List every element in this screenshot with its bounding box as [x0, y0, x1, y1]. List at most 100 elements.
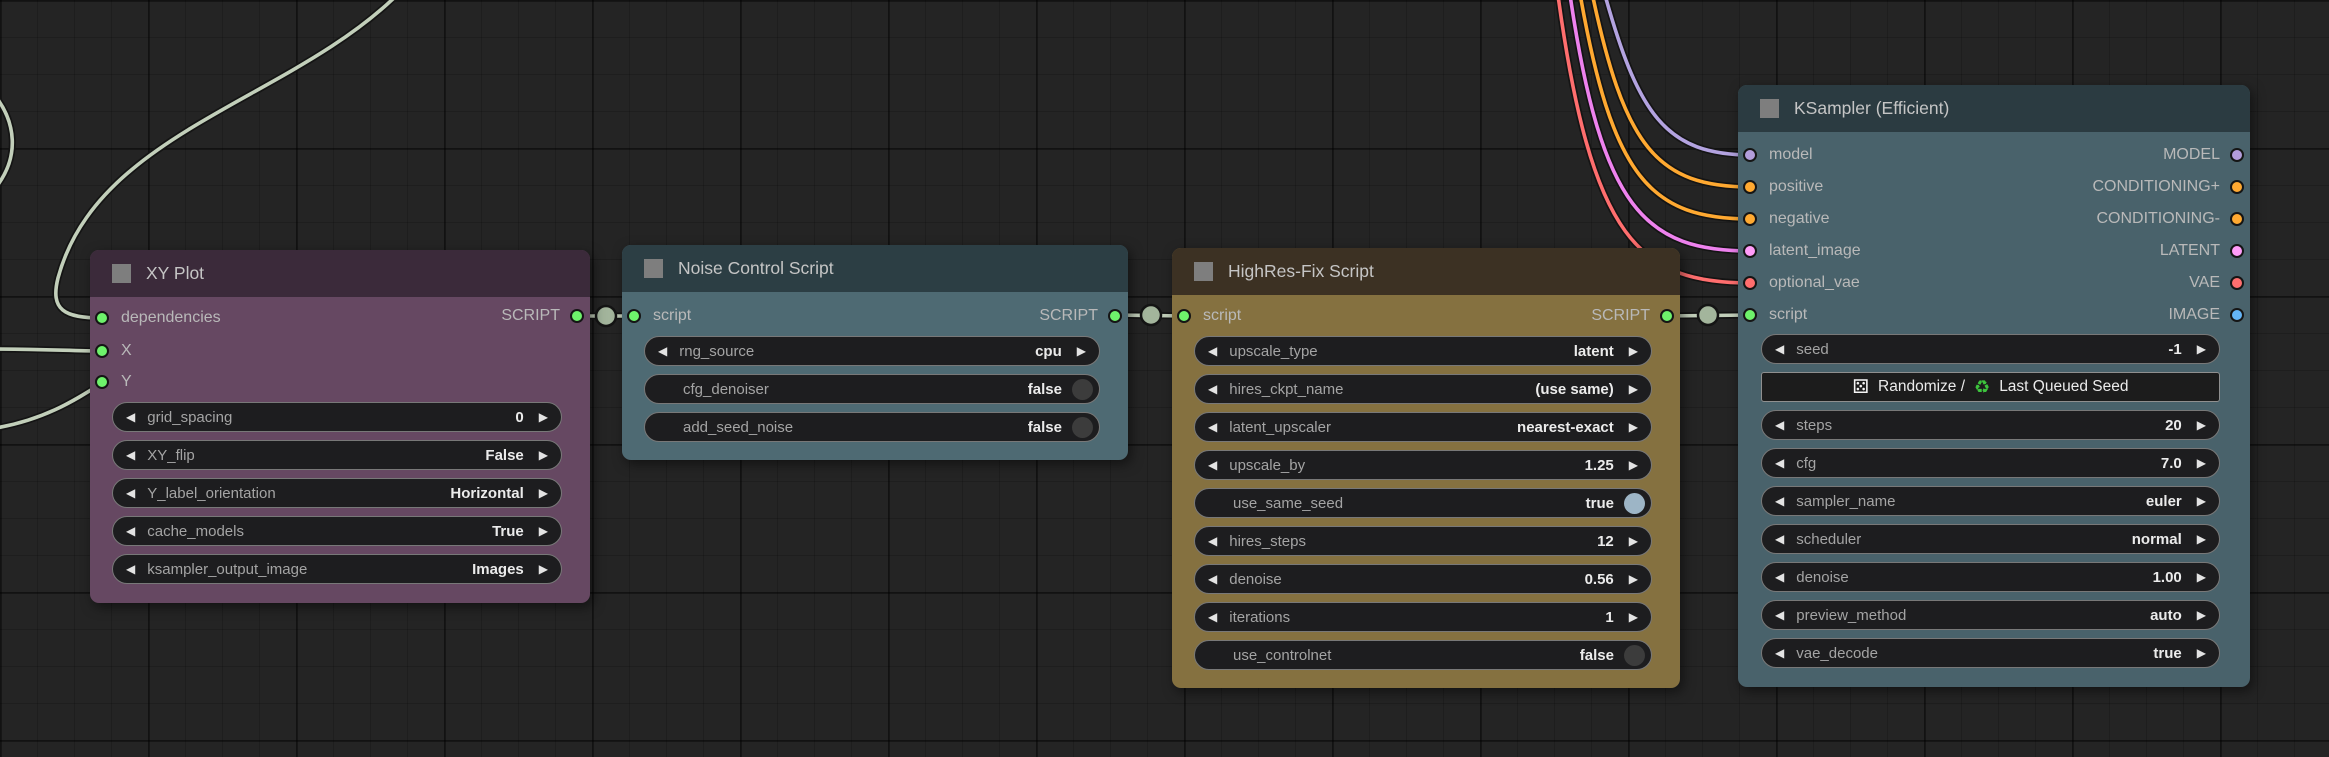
- decrement-arrow-icon[interactable]: ◀: [126, 487, 135, 499]
- decrement-arrow-icon[interactable]: ◀: [658, 345, 667, 357]
- widget-scheduler[interactable]: ◀ scheduler normal ▶: [1761, 524, 2220, 554]
- input-port-dot[interactable]: [95, 311, 109, 325]
- node-header[interactable]: KSampler (Efficient): [1738, 85, 2250, 132]
- collapse-icon[interactable]: [1194, 262, 1213, 281]
- node-graph-canvas[interactable]: XY Plot dependencies X Y SCRIPT ◀ grid_s…: [0, 0, 2329, 757]
- output-port-dot[interactable]: [570, 309, 584, 323]
- widget-denoise[interactable]: ◀ denoise 0.56 ▶: [1194, 564, 1652, 594]
- increment-arrow-icon[interactable]: ▶: [2197, 457, 2206, 469]
- seed-control-button[interactable]: ⚄ Randomize / ♻ Last Queued Seed: [1761, 372, 2220, 402]
- widget-upscale-type[interactable]: ◀ upscale_type latent ▶: [1194, 336, 1652, 366]
- decrement-arrow-icon[interactable]: ◀: [1208, 345, 1217, 357]
- decrement-arrow-icon[interactable]: ◀: [126, 563, 135, 575]
- decrement-arrow-icon[interactable]: ◀: [1775, 609, 1784, 621]
- node-header[interactable]: HighRes-Fix Script: [1172, 248, 1680, 295]
- increment-arrow-icon[interactable]: ▶: [2197, 609, 2206, 621]
- widget-upscale-by[interactable]: ◀ upscale_by 1.25 ▶: [1194, 450, 1652, 480]
- widget-latent-upscaler[interactable]: ◀ latent_upscaler nearest-exact ▶: [1194, 412, 1652, 442]
- decrement-arrow-icon[interactable]: ◀: [1208, 459, 1217, 471]
- node-highres-fix-script[interactable]: HighRes-Fix Script script SCRIPT ◀ upsca…: [1172, 248, 1680, 688]
- decrement-arrow-icon[interactable]: ◀: [126, 411, 135, 423]
- decrement-arrow-icon[interactable]: ◀: [1208, 573, 1217, 585]
- increment-arrow-icon[interactable]: ▶: [2197, 571, 2206, 583]
- increment-arrow-icon[interactable]: ▶: [539, 449, 548, 461]
- widget-seed[interactable]: ◀ seed -1 ▶: [1761, 334, 2220, 364]
- toggle-circle[interactable]: [1072, 416, 1093, 438]
- widget-hires-steps[interactable]: ◀ hires_steps 12 ▶: [1194, 526, 1652, 556]
- widget-use-controlnet[interactable]: use_controlnet false: [1194, 640, 1652, 670]
- widget-grid-spacing[interactable]: ◀ grid_spacing 0 ▶: [112, 402, 562, 432]
- decrement-arrow-icon[interactable]: ◀: [1208, 535, 1217, 547]
- decrement-arrow-icon[interactable]: ◀: [1775, 533, 1784, 545]
- widget-vae-decode[interactable]: ◀ vae_decode true ▶: [1761, 638, 2220, 668]
- increment-arrow-icon[interactable]: ▶: [539, 411, 548, 423]
- toggle-circle[interactable]: [1624, 492, 1645, 514]
- input-port-dot[interactable]: [1743, 244, 1757, 258]
- link-midpoint-dot[interactable]: [1696, 303, 1720, 327]
- increment-arrow-icon[interactable]: ▶: [1629, 421, 1638, 433]
- output-port-dot[interactable]: [2230, 276, 2244, 290]
- input-port-dot[interactable]: [1177, 309, 1191, 323]
- output-port-dot[interactable]: [2230, 180, 2244, 194]
- increment-arrow-icon[interactable]: ▶: [1629, 535, 1638, 547]
- increment-arrow-icon[interactable]: ▶: [2197, 533, 2206, 545]
- widget-cfg-denoiser[interactable]: cfg_denoiser false: [644, 374, 1100, 404]
- link-midpoint-dot[interactable]: [1139, 303, 1163, 327]
- input-port-dot[interactable]: [1743, 148, 1757, 162]
- widget-denoise[interactable]: ◀ denoise 1.00 ▶: [1761, 562, 2220, 592]
- widget-use-same-seed[interactable]: use_same_seed true: [1194, 488, 1652, 518]
- input-port-dot[interactable]: [1743, 212, 1757, 226]
- output-port-dot[interactable]: [2230, 244, 2244, 258]
- link-midpoint-dot[interactable]: [594, 304, 618, 328]
- widget-cache-models[interactable]: ◀ cache_models True ▶: [112, 516, 562, 546]
- decrement-arrow-icon[interactable]: ◀: [1775, 571, 1784, 583]
- decrement-arrow-icon[interactable]: ◀: [126, 525, 135, 537]
- widget-hires-ckpt-name[interactable]: ◀ hires_ckpt_name (use same) ▶: [1194, 374, 1652, 404]
- toggle-circle[interactable]: [1072, 378, 1093, 400]
- decrement-arrow-icon[interactable]: ◀: [1208, 611, 1217, 623]
- widget-xy-flip[interactable]: ◀ XY_flip False ▶: [112, 440, 562, 470]
- widget-preview-method[interactable]: ◀ preview_method auto ▶: [1761, 600, 2220, 630]
- increment-arrow-icon[interactable]: ▶: [539, 525, 548, 537]
- decrement-arrow-icon[interactable]: ◀: [1775, 495, 1784, 507]
- widget-y-label-orientation[interactable]: ◀ Y_label_orientation Horizontal ▶: [112, 478, 562, 508]
- decrement-arrow-icon[interactable]: ◀: [1208, 383, 1217, 395]
- collapse-icon[interactable]: [112, 264, 131, 283]
- widget-steps[interactable]: ◀ steps 20 ▶: [1761, 410, 2220, 440]
- input-port-dot[interactable]: [1743, 276, 1757, 290]
- increment-arrow-icon[interactable]: ▶: [2197, 647, 2206, 659]
- increment-arrow-icon[interactable]: ▶: [1629, 573, 1638, 585]
- increment-arrow-icon[interactable]: ▶: [1629, 345, 1638, 357]
- increment-arrow-icon[interactable]: ▶: [539, 487, 548, 499]
- increment-arrow-icon[interactable]: ▶: [539, 563, 548, 575]
- input-port-dot[interactable]: [627, 309, 641, 323]
- increment-arrow-icon[interactable]: ▶: [1077, 345, 1086, 357]
- output-port-dot[interactable]: [2230, 308, 2244, 322]
- output-port-dot[interactable]: [1660, 309, 1674, 323]
- output-port-dot[interactable]: [2230, 148, 2244, 162]
- widget-ksampler-output-image[interactable]: ◀ ksampler_output_image Images ▶: [112, 554, 562, 584]
- input-port-dot[interactable]: [95, 344, 109, 358]
- widget-cfg[interactable]: ◀ cfg 7.0 ▶: [1761, 448, 2220, 478]
- widget-rng-source[interactable]: ◀ rng_source cpu ▶: [644, 336, 1100, 366]
- node-header[interactable]: XY Plot: [90, 250, 590, 297]
- decrement-arrow-icon[interactable]: ◀: [1775, 343, 1784, 355]
- node-header[interactable]: Noise Control Script: [622, 245, 1128, 292]
- input-port-dot[interactable]: [1743, 308, 1757, 322]
- node-xy-plot[interactable]: XY Plot dependencies X Y SCRIPT ◀ grid_s…: [90, 250, 590, 603]
- input-port-dot[interactable]: [1743, 180, 1757, 194]
- widget-sampler-name[interactable]: ◀ sampler_name euler ▶: [1761, 486, 2220, 516]
- toggle-circle[interactable]: [1624, 644, 1645, 666]
- decrement-arrow-icon[interactable]: ◀: [126, 449, 135, 461]
- increment-arrow-icon[interactable]: ▶: [1629, 383, 1638, 395]
- collapse-icon[interactable]: [644, 259, 663, 278]
- increment-arrow-icon[interactable]: ▶: [2197, 343, 2206, 355]
- collapse-icon[interactable]: [1760, 99, 1779, 118]
- node-noise-control-script[interactable]: Noise Control Script script SCRIPT ◀ rng…: [622, 245, 1128, 460]
- decrement-arrow-icon[interactable]: ◀: [1775, 419, 1784, 431]
- widget-add-seed-noise[interactable]: add_seed_noise false: [644, 412, 1100, 442]
- increment-arrow-icon[interactable]: ▶: [1629, 611, 1638, 623]
- input-port-dot[interactable]: [95, 375, 109, 389]
- increment-arrow-icon[interactable]: ▶: [2197, 495, 2206, 507]
- widget-iterations[interactable]: ◀ iterations 1 ▶: [1194, 602, 1652, 632]
